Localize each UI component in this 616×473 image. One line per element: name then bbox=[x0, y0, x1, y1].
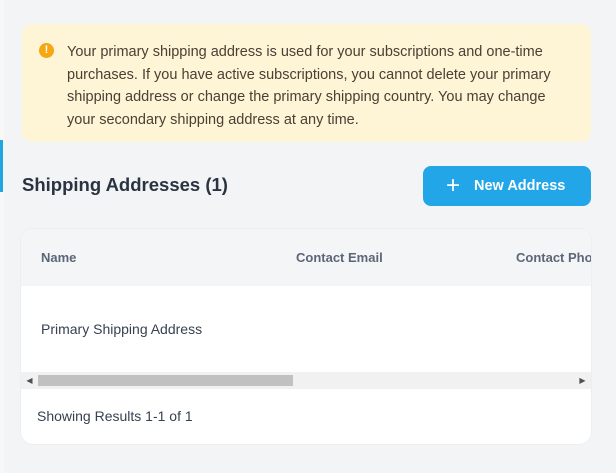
left-panel-edge bbox=[0, 0, 4, 473]
column-header-contact-email[interactable]: Contact Email bbox=[296, 250, 383, 265]
horizontal-scrollbar[interactable]: ◀ ▶ bbox=[21, 372, 591, 389]
notice-text: Your primary shipping address is used fo… bbox=[67, 44, 551, 128]
new-address-label: New Address bbox=[474, 178, 566, 194]
plus-icon: + bbox=[446, 172, 461, 199]
scrollbar-thumb[interactable] bbox=[38, 375, 293, 386]
cell-name[interactable]: Primary Shipping Address bbox=[41, 321, 202, 337]
new-address-button[interactable]: + New Address bbox=[423, 166, 591, 206]
shipping-notice: ! Your primary shipping address is used … bbox=[22, 24, 591, 142]
column-header-contact-phone[interactable]: Contact Pho bbox=[516, 250, 591, 265]
results-count: Showing Results 1-1 of 1 bbox=[37, 408, 193, 424]
scroll-left-icon[interactable]: ◀ bbox=[21, 372, 38, 389]
addresses-table: Name Contact Email Contact Pho Primary S… bbox=[21, 229, 591, 444]
active-indicator bbox=[0, 140, 3, 192]
column-header-name[interactable]: Name bbox=[41, 250, 76, 265]
section-title: Shipping Addresses (1) bbox=[22, 174, 228, 195]
table-header: Name Contact Email Contact Pho bbox=[21, 229, 591, 286]
info-icon: ! bbox=[39, 43, 54, 58]
scroll-right-icon[interactable]: ▶ bbox=[574, 372, 591, 389]
